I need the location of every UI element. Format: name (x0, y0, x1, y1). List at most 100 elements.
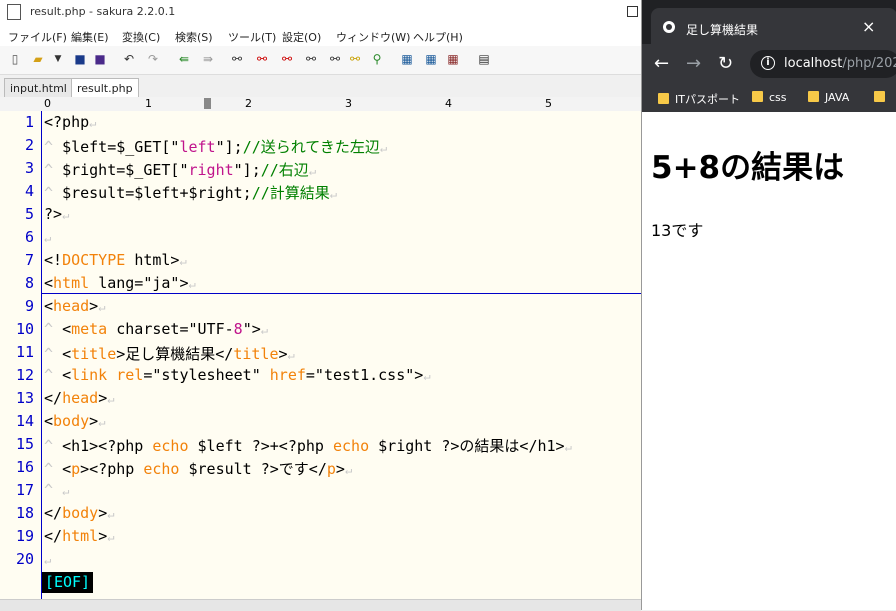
back-icon[interactable]: ← (654, 53, 669, 74)
code-line: <!DOCTYPE html>↵ (44, 251, 187, 269)
line-number: 9 (24, 297, 34, 315)
undo-icon[interactable]: ↶ (121, 51, 137, 67)
bookmark-folder[interactable] (874, 91, 891, 104)
page-content: 5+8の結果は 13です (642, 112, 896, 610)
line-number: 7 (24, 251, 34, 269)
search-icon[interactable]: ⚯ (229, 51, 245, 67)
replace-icon[interactable]: ⚯ (303, 51, 319, 67)
code-line: ^ <p><?php echo $result ?>です</p>↵ (44, 460, 353, 478)
line-number: 10 (15, 320, 34, 338)
folder-icon (808, 91, 819, 102)
line-number: 5 (24, 205, 34, 223)
grep-icon[interactable]: ⚲ (369, 51, 385, 67)
save-icon[interactable]: ■ (72, 51, 88, 67)
info-icon[interactable]: i (761, 56, 775, 70)
maximize-icon[interactable] (627, 6, 638, 17)
menu-search[interactable]: 検索(S) (175, 29, 213, 45)
code-line: <body>↵ (44, 412, 106, 430)
line-number: 16 (15, 458, 34, 476)
code-line: ^ <title>足し算機結果</title>↵ (44, 345, 295, 363)
jump-forward-icon[interactable]: ⇛ (200, 51, 216, 67)
browser-tab-strip: 足し算機結果 × (642, 0, 896, 44)
code-line: <head>↵ (44, 297, 106, 315)
code-line: ↵ (44, 231, 52, 245)
horizontal-scrollbar[interactable] (0, 599, 641, 611)
cursor-underline (42, 293, 641, 294)
bookmark-css[interactable]: css (752, 91, 787, 104)
editor-title: result.php - sakura 2.2.0.1 (30, 5, 176, 18)
settings-common-icon[interactable]: ▦ (423, 51, 439, 67)
code-text-area[interactable]: <?php↵ ^ $left=$_GET["left"];//送られてきた左辺↵… (42, 111, 641, 599)
line-number: 2 (24, 136, 34, 154)
bookmark-label: JAVA (825, 91, 850, 104)
redo-icon[interactable]: ↷ (145, 51, 161, 67)
line-number: 20 (15, 550, 34, 568)
menu-bar: ファイル(F) 編集(E) 変換(C) 検索(S) ツール(T) 設定(O) ウ… (0, 26, 641, 46)
outline-icon[interactable]: ▦ (399, 51, 415, 67)
menu-convert[interactable]: 変換(C) (122, 29, 160, 45)
settings-type-icon[interactable]: ▦ (445, 51, 461, 67)
line-number: 3 (24, 159, 34, 177)
toolbar: ▯ ▰ ▼ ■ ■ ↶ ↷ ⇚ ⇛ ⚯ ⚯ ⚯ ⚯ ⚯ ⚯ ⚲ ▦ ▦ ▦ ▤ (0, 46, 641, 75)
result-heading: 5+8の結果は (651, 150, 845, 186)
url-path: /php/202 (842, 56, 896, 71)
new-file-icon[interactable]: ▯ (7, 51, 23, 67)
jump-back-icon[interactable]: ⇚ (176, 51, 192, 67)
tab-result-php[interactable]: result.php (71, 78, 139, 98)
reload-icon[interactable]: ↻ (718, 53, 733, 74)
line-number: 19 (15, 527, 34, 545)
bookmarks-bar: ITパスポート css JAVA (642, 84, 896, 113)
browser-tab[interactable]: 足し算機結果 × (651, 8, 896, 44)
highlight-icon[interactable]: ⚯ (347, 51, 363, 67)
mark-clear-icon[interactable]: ⚯ (327, 51, 343, 67)
menu-file[interactable]: ファイル(F) (8, 29, 67, 45)
browser-toolbar: ← → ↻ i localhost/php/202 (642, 44, 896, 84)
code-line: </head>↵ (44, 389, 115, 407)
menu-help[interactable]: ヘルプ(H) (413, 29, 463, 45)
address-bar[interactable]: i localhost/php/202 (750, 50, 896, 78)
code-line: ^ <meta charset="UTF-8">↵ (44, 320, 268, 338)
menu-edit[interactable]: 編集(E) (71, 29, 109, 45)
code-line: ↵ (44, 553, 52, 567)
code-line: ^ $result=$left+$right;//計算結果↵ (44, 184, 338, 202)
url-host: localhost (784, 56, 843, 71)
tab-input-html[interactable]: input.html (4, 78, 73, 98)
browser-window: 足し算機結果 × ← → ↻ i localhost/php/202 ITパスポ… (641, 0, 896, 610)
bookmark-label: css (769, 91, 787, 104)
line-number: 4 (24, 182, 34, 200)
line-number-gutter: 1 2 3 4 5 6 7 8 9 10 11 12 13 14 15 16 1… (0, 111, 41, 599)
ruler-cursor-marker (204, 98, 211, 109)
ruler-mark: 1 (145, 97, 152, 110)
dropdown-arrow-icon[interactable]: ▼ (50, 51, 66, 67)
line-number: 11 (15, 343, 34, 361)
open-folder-icon[interactable]: ▰ (30, 51, 46, 67)
ruler-mark: 4 (445, 97, 452, 110)
code-line: ?>↵ (44, 205, 70, 223)
url-text: localhost/php/202 (784, 56, 896, 71)
ruler-mark: 2 (245, 97, 252, 110)
close-tab-icon[interactable]: × (862, 17, 875, 36)
bookmark-itpassport[interactable]: ITパスポート (658, 91, 740, 107)
sakura-editor-window: result.php - sakura 2.2.0.1 ファイル(F) 編集(E… (0, 0, 641, 611)
print-preview-icon[interactable]: ▤ (476, 51, 492, 67)
menu-settings[interactable]: 設定(O) (282, 29, 321, 45)
eof-marker: [EOF] (42, 572, 93, 593)
bookmark-java[interactable]: JAVA (808, 91, 849, 104)
line-number: 18 (15, 504, 34, 522)
code-line: <html lang="ja">↵ (44, 274, 196, 292)
code-line: </body>↵ (44, 504, 115, 522)
line-number: 13 (15, 389, 34, 407)
folder-icon (874, 91, 885, 102)
line-number: 15 (15, 435, 34, 453)
search-next-icon[interactable]: ⚯ (279, 51, 295, 67)
bookmark-label: ITパスポート (675, 93, 740, 106)
line-number: 1 (24, 113, 34, 131)
code-line: ^ $left=$_GET["left"];//送られてきた左辺↵ (44, 138, 388, 156)
browser-tab-title: 足し算機結果 (686, 23, 759, 37)
menu-window[interactable]: ウィンドウ(W) (336, 29, 410, 45)
editor-titlebar: result.php - sakura 2.2.0.1 (0, 0, 641, 26)
menu-tools[interactable]: ツール(T) (228, 29, 276, 45)
search-prev-icon[interactable]: ⚯ (254, 51, 270, 67)
save-all-icon[interactable]: ■ (92, 51, 108, 67)
forward-icon[interactable]: → (686, 53, 701, 74)
